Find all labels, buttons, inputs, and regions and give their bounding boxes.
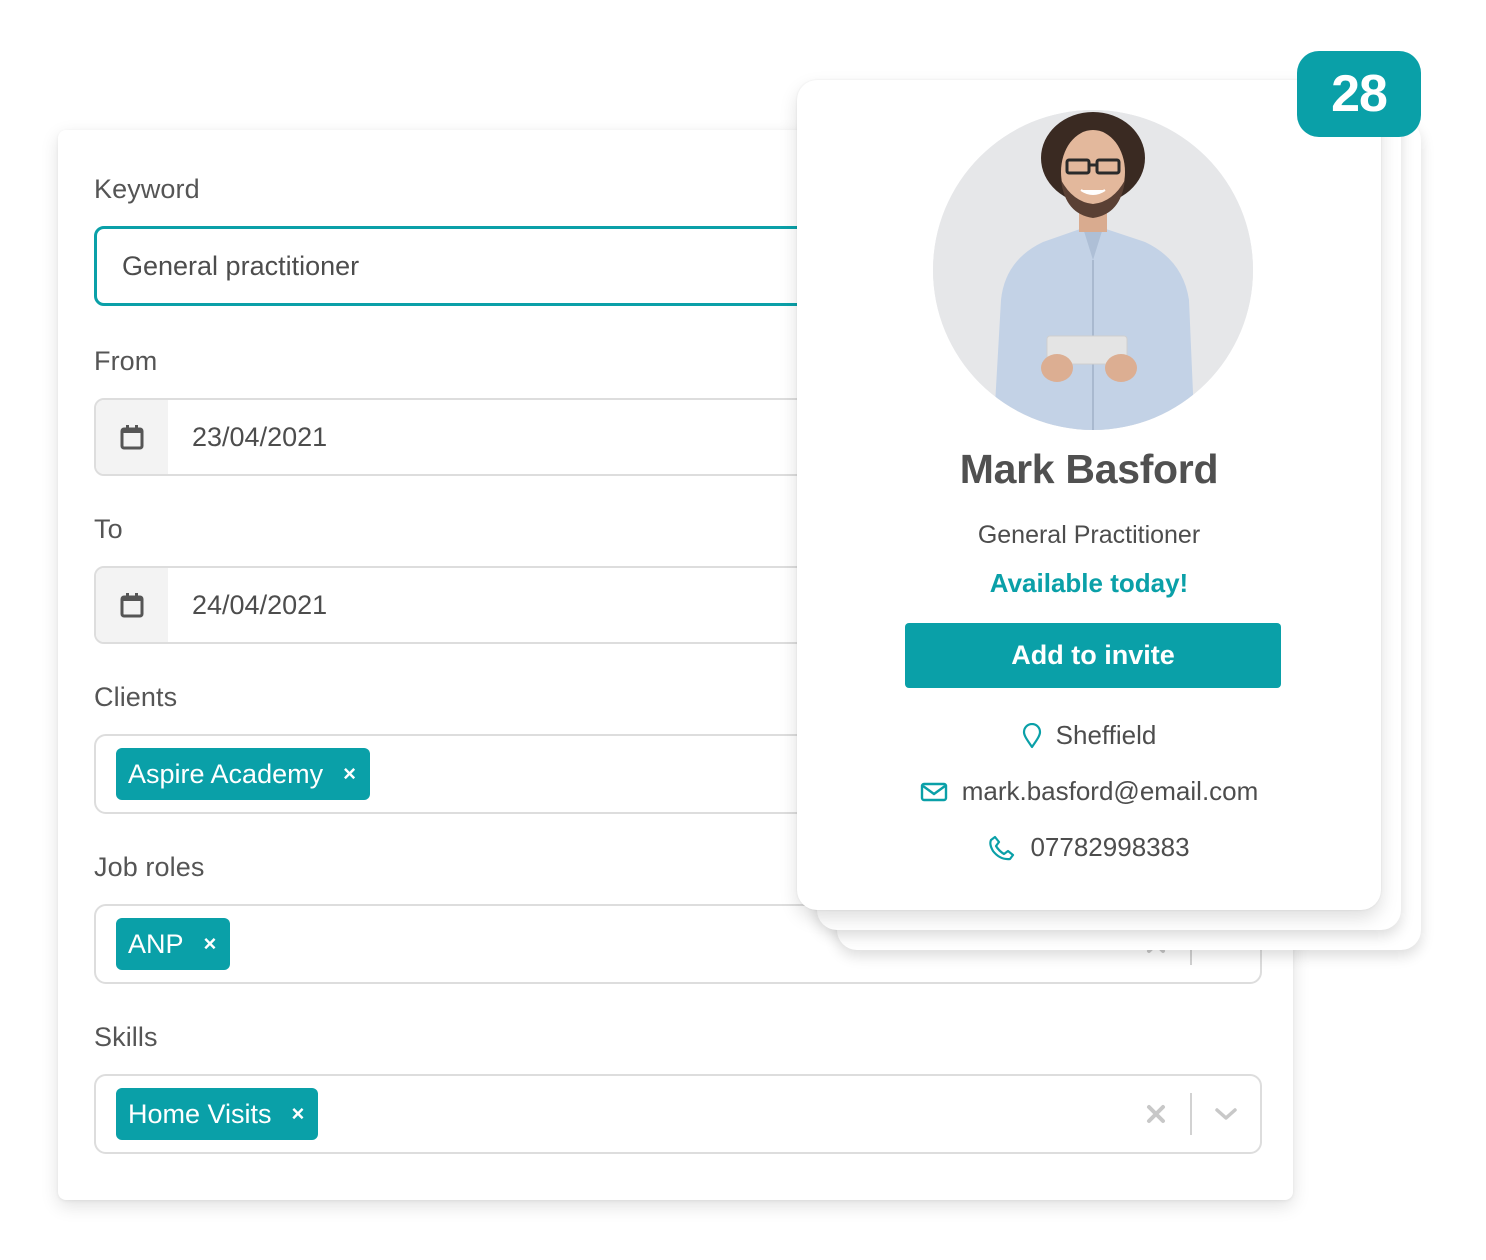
chip-label: Home Visits <box>128 1098 272 1129</box>
avatar <box>933 110 1253 430</box>
calendar-icon <box>120 593 144 618</box>
clear-icon[interactable] <box>1136 1104 1176 1124</box>
chevron-down-icon[interactable] <box>1206 1107 1246 1121</box>
profile-role: General Practitioner <box>977 521 1201 549</box>
job-roles-label: Job roles <box>94 852 205 882</box>
select-divider <box>1190 1093 1192 1135</box>
remove-chip-icon[interactable]: × <box>292 1103 305 1125</box>
to-label: To <box>94 514 123 544</box>
to-calendar-button[interactable] <box>96 568 168 642</box>
from-label: From <box>94 346 158 376</box>
phone-link[interactable]: 07782998383 <box>1030 832 1189 863</box>
from-calendar-button[interactable] <box>96 400 168 474</box>
results-count-badge: 28 <box>1297 51 1421 137</box>
to-date-value: 24/04/2021 <box>192 589 328 620</box>
keyword-value: General practitioner <box>122 250 360 281</box>
profile-card: Mark Basford General Practitioner Availa… <box>797 80 1381 910</box>
chip-label: ANP <box>128 928 184 959</box>
client-chip: Aspire Academy × <box>116 748 370 800</box>
job-role-chip: ANP × <box>116 918 231 970</box>
availability-status: Available today! <box>989 568 1189 598</box>
from-date-value: 23/04/2021 <box>192 421 328 452</box>
profile-name: Mark Basford <box>959 446 1219 492</box>
email-link[interactable]: mark.basford@email.com <box>962 776 1259 807</box>
map-pin-icon <box>1022 722 1042 749</box>
email-row: mark.basford@email.com <box>797 776 1381 807</box>
keyword-label: Keyword <box>94 174 200 204</box>
skills-label: Skills <box>94 1022 158 1052</box>
remove-chip-icon[interactable]: × <box>204 933 217 955</box>
location-text: Sheffield <box>1055 720 1157 750</box>
location-row: Sheffield <box>797 720 1381 751</box>
skills-select[interactable]: Home Visits × <box>94 1074 1262 1154</box>
add-to-invite-button[interactable]: Add to invite <box>905 623 1281 688</box>
calendar-icon <box>120 425 144 450</box>
skill-chip: Home Visits × <box>116 1088 319 1140</box>
phone-icon <box>988 834 1016 862</box>
clients-label: Clients <box>94 682 178 712</box>
remove-chip-icon[interactable]: × <box>343 763 356 785</box>
phone-row: 07782998383 <box>797 832 1381 863</box>
chip-label: Aspire Academy <box>128 758 324 789</box>
profile-photo <box>933 110 1253 430</box>
envelope-icon <box>920 782 948 802</box>
